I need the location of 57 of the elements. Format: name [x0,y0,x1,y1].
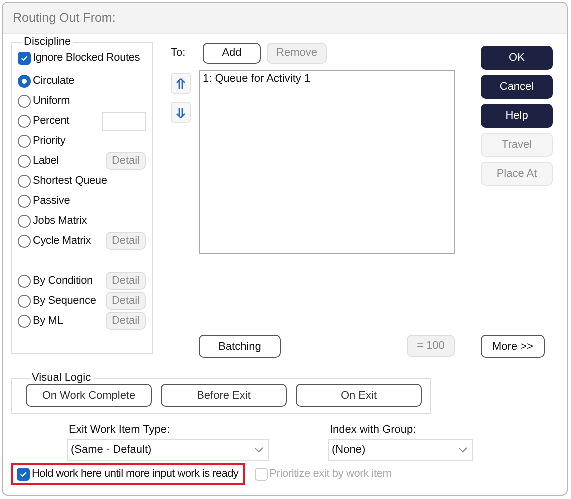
checkbox-label: Ignore Blocked Routes [33,52,140,64]
radio-button[interactable] [18,154,31,168]
logic-button[interactable]: On Exit [296,384,422,407]
dialog-button[interactable]: Cancel [481,75,553,99]
down-arrow-icon [176,106,186,118]
checkbox-label: Prioritize exit by work item [270,468,392,480]
radio-label: Cycle Matrix [33,235,92,247]
radio-button[interactable] [18,234,31,248]
radio-label: Uniform [33,95,70,107]
add-button[interactable]: Add [203,42,261,64]
dropdown[interactable]: (None) [328,439,473,461]
check-mark-icon [20,54,29,62]
batching-button[interactable]: Batching [199,335,281,358]
radio-button[interactable] [18,314,31,328]
chevron-down-icon [254,447,264,453]
percent-field[interactable] [102,112,146,130]
up-arrow-icon [176,78,186,90]
move-up-button[interactable] [171,73,191,94]
radio-button[interactable] [18,194,31,208]
radio-label: Shortest Queue [33,175,108,187]
radio-label: Passive [33,195,70,207]
field-label: Exit Work Item Type: [69,424,172,436]
radio-button[interactable] [18,214,31,228]
chevron-down-icon [458,447,468,453]
to-label: To: [171,47,187,59]
check-mark-icon [19,470,28,478]
group-title: Visual Logic [31,372,92,384]
dialog-button[interactable]: Help [481,104,553,128]
move-down-button[interactable] [171,102,191,123]
radio-label: By Condition [33,275,93,287]
dropdown[interactable]: (Same - Default) [67,439,269,461]
list-item[interactable]: 1: Queue for Activity 1 [203,73,451,85]
dialog-button[interactable]: OK [481,46,553,70]
checkbox[interactable] [18,52,31,64]
radio-button[interactable] [18,174,31,188]
radio-button[interactable] [18,114,31,128]
radio-label: By Sequence [33,295,96,307]
radio-button[interactable] [18,294,31,308]
checkbox[interactable] [17,468,30,480]
group-title: Discipline [23,36,72,48]
radio-label: Circulate [33,75,75,87]
radio-button[interactable] [18,134,31,148]
radio-button[interactable] [18,74,31,88]
radio-label: Label [33,155,59,167]
radio-label: Jobs Matrix [33,215,88,227]
radio-button[interactable] [18,274,31,288]
radio-label: Percent [33,115,70,127]
radio-label: Priority [33,135,66,147]
logic-button[interactable]: On Work Complete [26,384,152,407]
radio-button[interactable] [18,94,31,108]
checkbox-label: Hold work here until more input work is ready [32,468,239,480]
checkbox-option[interactable]: Ignore Blocked Routes [18,48,146,68]
field-label: Index with Group: [330,424,418,436]
radio-label: By ML [33,315,64,327]
window-title: Routing Out From: [3,3,567,34]
logic-button[interactable]: Before Exit [161,384,287,407]
more-button[interactable]: More >> [481,335,545,358]
